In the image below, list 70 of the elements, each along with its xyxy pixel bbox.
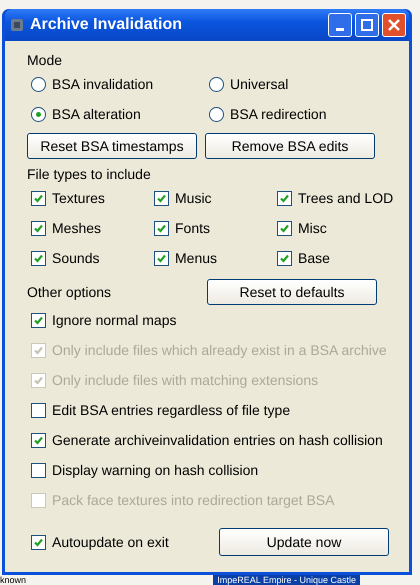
update-button[interactable]: Update now bbox=[219, 528, 389, 556]
group-label: File types to include bbox=[27, 165, 152, 183]
list-item[interactable]: ImpeREAL Empire - Unique Castle bbox=[213, 575, 360, 585]
checkbox-label: Meshes bbox=[52, 220, 102, 236]
check-icon bbox=[33, 192, 44, 204]
maximize-button[interactable] bbox=[355, 13, 379, 37]
checkbox-label: Generate archiveinvalidation entries on hash collision bbox=[52, 432, 383, 448]
checkbox[interactable] bbox=[154, 220, 169, 236]
radio-label: BSA invalidation bbox=[52, 76, 154, 92]
window-title: Archive Invalidation bbox=[30, 16, 184, 34]
checkbox-label: Sounds bbox=[52, 250, 100, 266]
group-label: Mode bbox=[27, 51, 64, 69]
checkbox[interactable] bbox=[31, 462, 46, 478]
minimize-icon bbox=[336, 28, 344, 30]
checkbox[interactable] bbox=[31, 402, 46, 418]
checkbox-label: Trees and LOD bbox=[298, 190, 394, 206]
checkbox-label: Music bbox=[175, 190, 212, 206]
check-icon bbox=[279, 192, 290, 204]
checkbox[interactable] bbox=[154, 250, 169, 266]
checkbox[interactable] bbox=[31, 312, 46, 328]
action-button[interactable]: Remove BSA edits bbox=[205, 133, 375, 159]
close-icon bbox=[388, 19, 400, 31]
checkbox-label: Ignore normal maps bbox=[52, 312, 177, 328]
reset-button[interactable]: Reset to defaults bbox=[207, 279, 377, 305]
radio-button[interactable] bbox=[209, 106, 224, 122]
checkbox[interactable] bbox=[277, 220, 292, 236]
action-button[interactable]: Reset BSA timestamps bbox=[27, 133, 197, 159]
checkbox[interactable] bbox=[31, 220, 46, 236]
check-icon bbox=[33, 536, 44, 548]
minimize-button[interactable] bbox=[328, 13, 352, 37]
check-icon bbox=[279, 252, 290, 264]
close-button[interactable] bbox=[382, 13, 406, 37]
checkbox-label: Menus bbox=[175, 250, 218, 266]
checkbox-label: Fonts bbox=[175, 220, 210, 236]
check-icon bbox=[156, 222, 167, 234]
check-icon bbox=[279, 222, 290, 234]
checkbox-label: Display warning on hash collision bbox=[52, 462, 258, 478]
checkbox-label: Edit BSA entries regardless of file type bbox=[52, 402, 290, 418]
checkbox-label: Only include files with matching extensions bbox=[52, 372, 318, 388]
checkbox-label: Autoupdate on exit bbox=[52, 534, 169, 550]
radio-label: BSA redirection bbox=[230, 106, 326, 122]
checkbox-label: Pack face textures into redirection target BSA bbox=[52, 492, 334, 508]
radio-label: BSA alteration bbox=[52, 106, 141, 122]
maximize-icon bbox=[361, 19, 373, 31]
check-icon bbox=[156, 252, 167, 264]
checkbox[interactable] bbox=[277, 250, 292, 266]
radio-button[interactable] bbox=[31, 76, 46, 92]
check-icon bbox=[33, 434, 44, 446]
checkbox[interactable] bbox=[277, 190, 292, 206]
check-icon bbox=[33, 374, 44, 386]
checkbox[interactable] bbox=[31, 190, 46, 206]
checkbox-label: Base bbox=[298, 250, 330, 266]
checkbox[interactable] bbox=[31, 250, 46, 266]
list-item[interactable]: known bbox=[0, 575, 26, 585]
group-label: Other options bbox=[27, 283, 112, 301]
check-icon bbox=[33, 222, 44, 234]
check-icon bbox=[156, 192, 167, 204]
check-icon bbox=[33, 344, 44, 356]
checkbox[interactable] bbox=[31, 432, 46, 448]
checkbox-label: Misc bbox=[298, 220, 327, 236]
checkbox-label: Textures bbox=[52, 190, 105, 206]
radio-label: Universal bbox=[230, 76, 288, 92]
radio-button[interactable] bbox=[209, 76, 224, 92]
app-icon bbox=[10, 18, 24, 32]
checkbox-label: Only include files which already exist in a BSA archive bbox=[52, 342, 387, 358]
check-icon bbox=[33, 252, 44, 264]
checkbox[interactable] bbox=[31, 534, 46, 550]
radio-button[interactable] bbox=[31, 106, 46, 122]
check-icon bbox=[33, 314, 44, 326]
checkbox[interactable] bbox=[154, 190, 169, 206]
